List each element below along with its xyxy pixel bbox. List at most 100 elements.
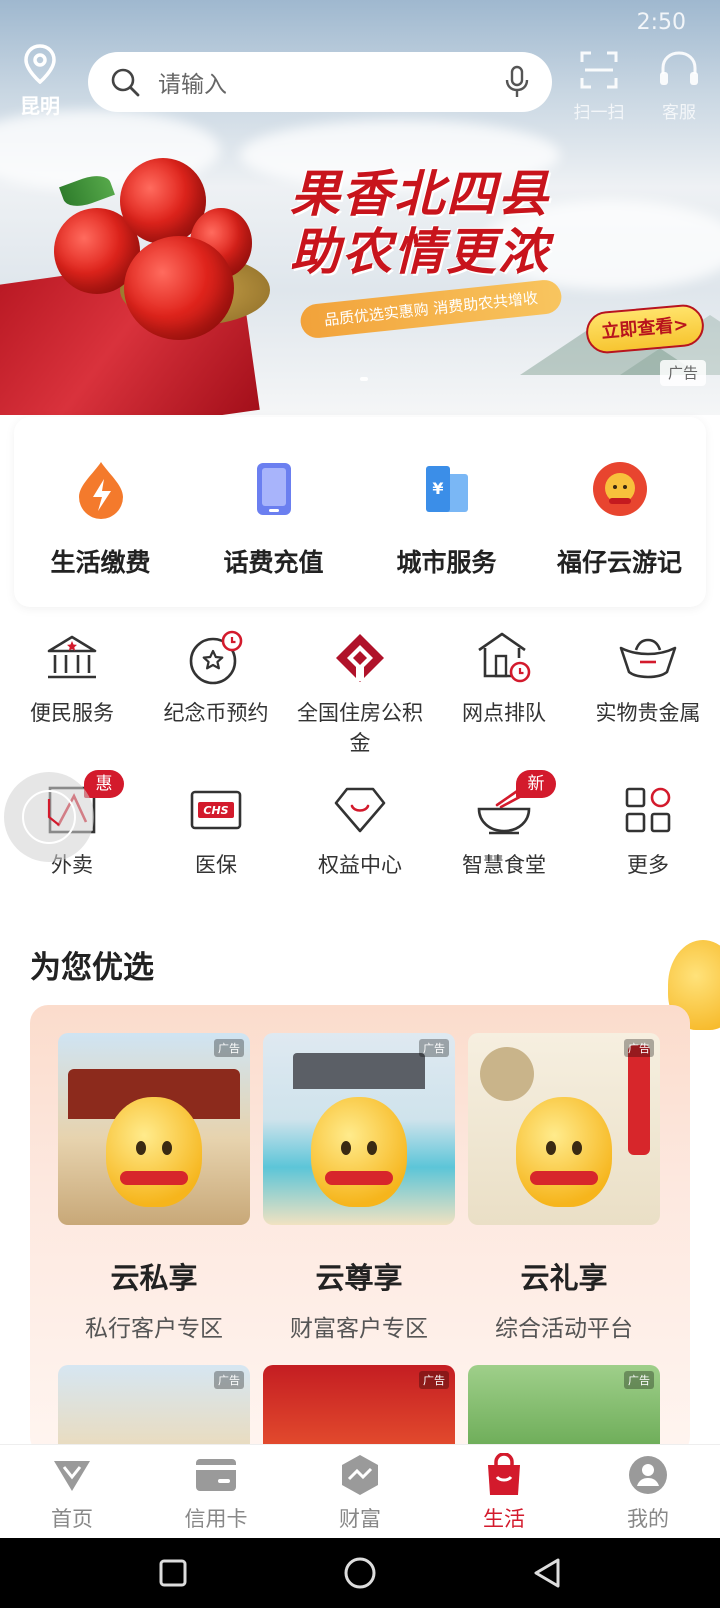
location-selector[interactable]: 昆明: [18, 44, 62, 119]
status-time: 2:50: [636, 10, 686, 35]
ad-tag: 广告: [419, 1371, 449, 1389]
card-activity-platform[interactable]: 广告 云礼享 综合活动平台: [468, 1033, 660, 1343]
card-thumbnail: 广告: [263, 1033, 455, 1225]
ad-tag: 广告: [660, 360, 706, 386]
service-label: 纪念币预约: [163, 701, 269, 725]
grid-more-icon: [618, 780, 678, 840]
service-label: 全国住房公积金: [297, 701, 423, 755]
card-title: 云私享: [110, 1261, 198, 1295]
quick-item-phone-topup[interactable]: 话费充值: [187, 417, 360, 607]
service-row: 便民服务 纪念币预约 全国住房公积金 网点排队 实物贵金属: [0, 628, 720, 758]
service-label: 权益中心: [318, 853, 402, 877]
card-thumbnail: 广告: [263, 1365, 455, 1445]
quick-item-label: 生活缴费: [50, 548, 151, 577]
new-badge: 新: [516, 770, 556, 798]
quick-item-label: 城市服务: [396, 548, 497, 577]
service-rights-center[interactable]: 权益中心: [288, 780, 432, 880]
coin-clock-icon: [186, 628, 246, 688]
service-medical-insurance[interactable]: CHS 医保: [144, 780, 288, 880]
mascot-image: [106, 1097, 202, 1207]
recommend-cards: 广告 云私享 私行客户专区 广告 云尊享 财富客户专区 广告 云礼享 综合活动平…: [58, 1033, 660, 1343]
card-title: 云礼享: [520, 1261, 608, 1295]
recents-icon[interactable]: [158, 1558, 188, 1588]
service-housing-fund[interactable]: 全国住房公积金: [288, 628, 432, 758]
svg-text:¥: ¥: [432, 479, 443, 498]
service-precious-metal[interactable]: 实物贵金属: [576, 628, 720, 758]
clock-icon: [22, 790, 76, 844]
service-civic[interactable]: 便民服务: [0, 628, 144, 758]
ad-tag: 广告: [214, 1039, 244, 1057]
back-icon[interactable]: [532, 1557, 562, 1589]
credit-card-icon: [194, 1453, 238, 1497]
building-icon: ¥: [415, 457, 479, 521]
card-thumbnail: 广告: [468, 1365, 660, 1445]
service-label: 便民服务: [30, 701, 114, 725]
tab-label: 生活: [483, 1507, 525, 1531]
quick-item-label: 福仔云游记: [556, 548, 682, 577]
quick-item-fuzai-travel[interactable]: 福仔云游记: [533, 417, 706, 607]
floating-assistive-button[interactable]: [4, 772, 94, 862]
discount-badge: 惠: [84, 770, 124, 798]
service-more[interactable]: 更多: [576, 780, 720, 880]
ad-tag: 广告: [419, 1039, 449, 1057]
card-subtitle: 私行客户专区: [85, 1316, 223, 1342]
tab-label: 首页: [51, 1507, 93, 1531]
card-private-banking[interactable]: 广告 云私享 私行客户专区: [58, 1033, 250, 1343]
ad-tag: 广告: [624, 1039, 654, 1057]
tab-label: 信用卡: [184, 1507, 248, 1531]
system-nav-bar: [0, 1538, 720, 1608]
branch-queue-icon: [474, 628, 534, 688]
scan-button[interactable]: 扫一扫: [572, 50, 626, 123]
home-icon: [50, 1453, 94, 1497]
svg-text:CHS: CHS: [203, 804, 228, 817]
tab-mine[interactable]: 我的: [576, 1445, 720, 1538]
service-grid: 便民服务 纪念币预约 全国住房公积金 网点排队 实物贵金属 惠 外卖 CHS 医…: [0, 628, 720, 880]
civic-building-icon: [42, 628, 102, 688]
service-commemorative-coin[interactable]: 纪念币预约: [144, 628, 288, 758]
customer-service-button[interactable]: 客服: [652, 50, 706, 123]
microphone-icon[interactable]: [504, 65, 530, 99]
service-label: 网点排队: [462, 701, 546, 725]
service-label: 实物贵金属: [595, 701, 701, 725]
card-promo[interactable]: 广告: [468, 1365, 660, 1445]
card-promo[interactable]: 广告: [58, 1365, 250, 1445]
location-label: 昆明: [20, 94, 60, 118]
service-branch-queue[interactable]: 网点排队: [432, 628, 576, 758]
service-label: 医保: [195, 853, 237, 877]
shopping-bag-icon: [482, 1453, 526, 1497]
tea-cake-decoration: [480, 1047, 534, 1101]
tab-home[interactable]: 首页: [0, 1445, 144, 1538]
diamond-icon: [330, 780, 390, 840]
card-promo[interactable]: 广告: [263, 1365, 455, 1445]
tab-life[interactable]: 生活: [432, 1445, 576, 1538]
mascot-image: [311, 1097, 407, 1207]
quick-actions-card: 生活缴费 话费充值 ¥ 城市服务 福仔云游记: [14, 417, 706, 607]
profile-icon: [626, 1453, 670, 1497]
search-icon: [111, 68, 140, 97]
quick-item-city-service[interactable]: ¥ 城市服务: [360, 417, 533, 607]
home-circle-icon[interactable]: [343, 1556, 377, 1590]
carousel-indicator: [360, 377, 368, 381]
scan-label: 扫一扫: [573, 103, 625, 123]
tab-credit-card[interactable]: 信用卡: [144, 1445, 288, 1538]
section-title: 为您优选: [30, 950, 154, 986]
gold-ingot-icon: [618, 628, 678, 688]
service-label: 智慧食堂: [462, 853, 546, 877]
search-bar[interactable]: 请输入: [88, 52, 552, 112]
tab-label: 我的: [627, 1507, 669, 1531]
service-label: 客服: [662, 103, 696, 123]
scan-icon: [580, 51, 618, 89]
hero-banner[interactable]: 果香北四县 助农情更浓 品质优选实惠购 消费助农共增收 立即查看> 广告 2:5…: [0, 0, 720, 415]
mascot-image: [516, 1097, 612, 1207]
card-title: 云尊享: [315, 1261, 403, 1295]
service-smart-canteen[interactable]: 新 智慧食堂: [432, 770, 576, 880]
quick-item-life-payment[interactable]: 生活缴费: [14, 417, 187, 607]
housing-fund-icon: [330, 628, 390, 688]
bottom-tab-bar: 首页 信用卡 财富 生活 我的: [0, 1444, 720, 1538]
bolt-drop-icon: [69, 457, 133, 521]
slogan-line-2: 助农情更浓: [290, 222, 550, 281]
tab-wealth[interactable]: 财富: [288, 1445, 432, 1538]
firecracker-decoration: [628, 1045, 650, 1155]
card-wealth-client[interactable]: 广告 云尊享 财富客户专区: [263, 1033, 455, 1343]
pavilion-decoration: [293, 1053, 425, 1089]
